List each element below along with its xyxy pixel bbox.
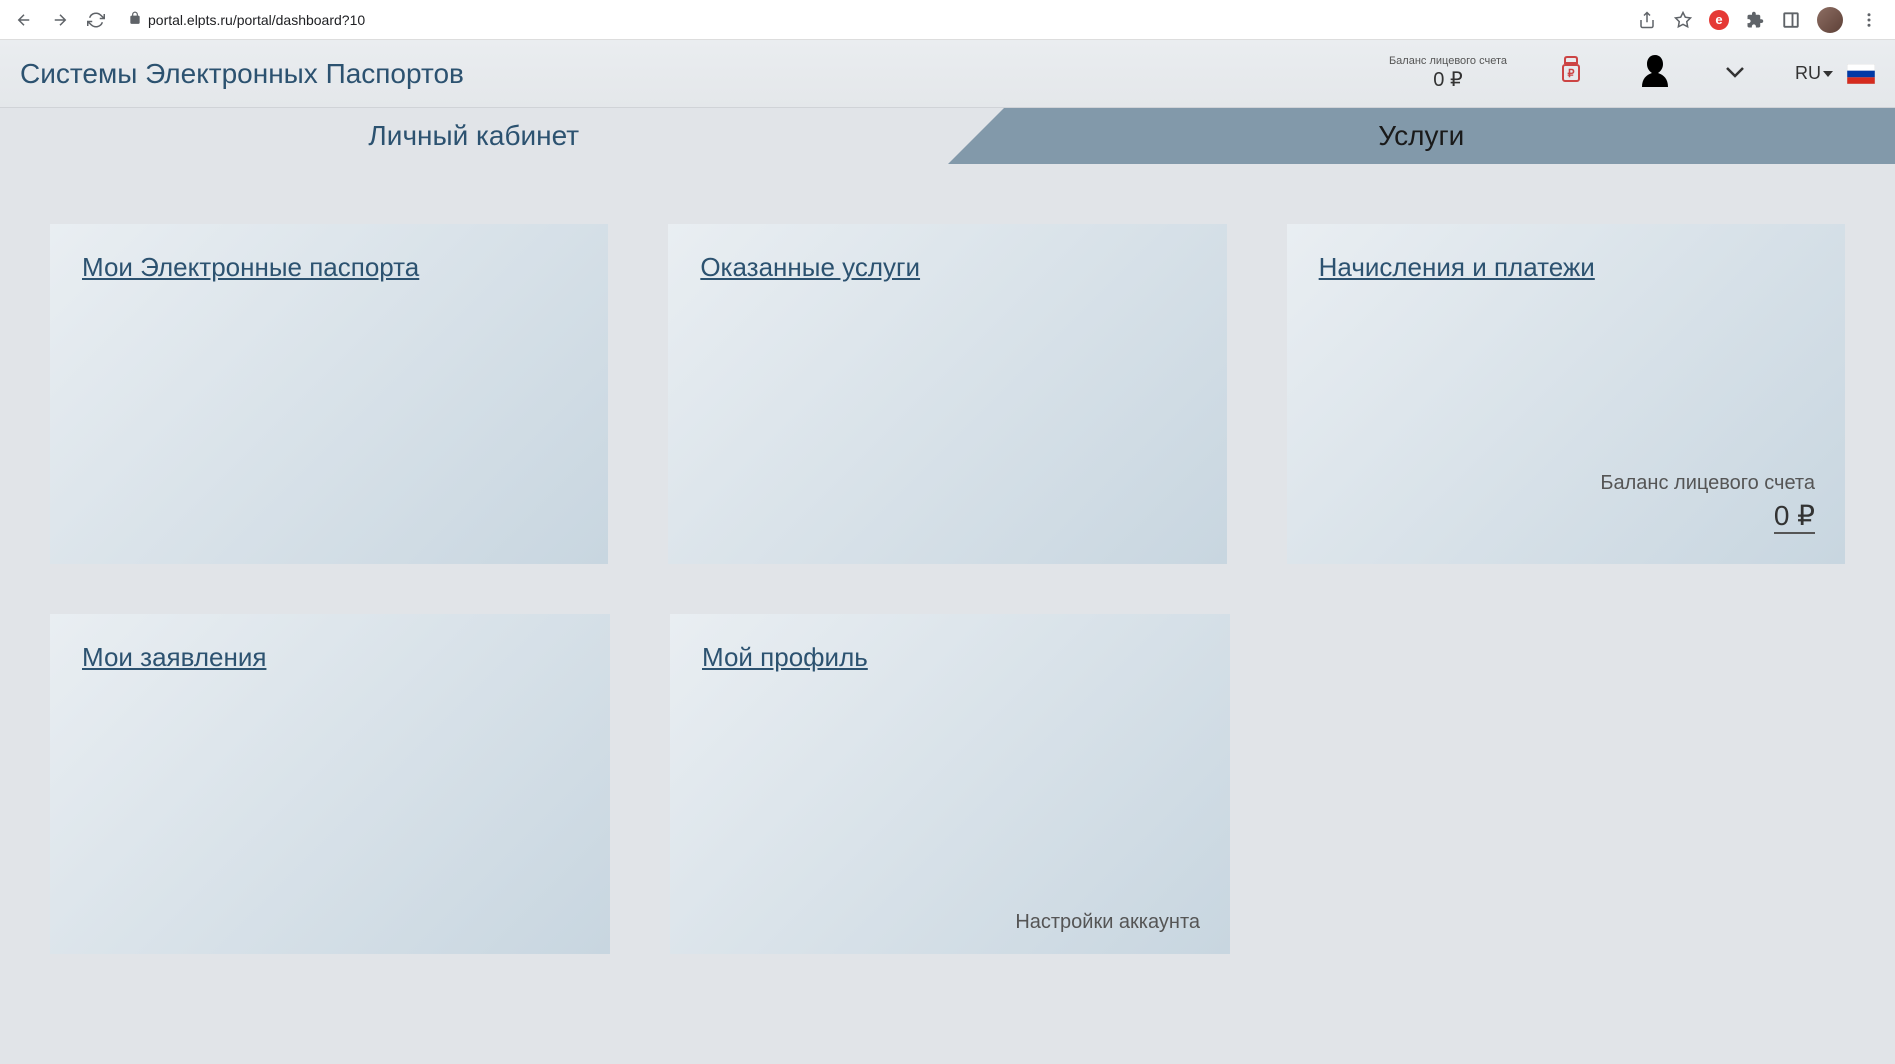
card-balance-block: Баланс лицевого счета 0 ₽ [1600,472,1815,534]
url-text: portal.elpts.ru/portal/dashboard?10 [148,12,365,28]
share-icon[interactable] [1637,10,1657,30]
balance-value: 0 ₽ [1389,67,1507,92]
card-passports[interactable]: Мои Электронные паспорта [50,224,608,564]
star-icon[interactable] [1673,10,1693,30]
panel-icon[interactable] [1781,10,1801,30]
svg-text:₽: ₽ [1568,68,1575,80]
dashboard-content: Мои Электронные паспорта Оказанные услуг… [0,164,1895,1064]
address-bar[interactable]: portal.elpts.ru/portal/dashboard?10 [118,11,1629,28]
card-rendered-services[interactable]: Оказанные услуги [668,224,1226,564]
site-title: Системы Электронных Паспортов [20,58,464,90]
forward-button[interactable] [46,6,74,34]
tab-divider [948,108,1004,164]
card-passports-title[interactable]: Мои Электронные паспорта [82,252,576,283]
tabs-bar: Личный кабинет Услуги [0,108,1895,164]
card-applications[interactable]: Мои заявления [50,614,610,954]
header-right: Баланс лицевого счета 0 ₽ ₽ RU [1389,51,1875,96]
flag-ru-icon [1847,64,1875,84]
tab-cabinet[interactable]: Личный кабинет [0,108,948,164]
dropdown-chevron-icon[interactable] [1725,65,1745,83]
page-header: Системы Электронных Паспортов Баланс лиц… [0,40,1895,108]
card-profile[interactable]: Мой профиль Настройки аккаунта [670,614,1230,954]
card-payments[interactable]: Начисления и платежи Баланс лицевого сче… [1287,224,1845,564]
menu-icon[interactable] [1859,10,1879,30]
back-button[interactable] [10,6,38,34]
tab-services[interactable]: Услуги [948,108,1895,164]
profile-avatar-icon[interactable] [1817,7,1843,33]
card-rendered-services-title[interactable]: Оказанные услуги [700,252,1194,283]
card-profile-settings[interactable]: Настройки аккаунта [1015,911,1200,934]
browser-toolbar: portal.elpts.ru/portal/dashboard?10 e [0,0,1895,40]
balance-label: Баланс лицевого счета [1389,55,1507,67]
browser-actions: e [1637,7,1885,33]
extension-red-icon[interactable]: e [1709,10,1729,30]
language-selector[interactable]: RU [1795,63,1875,84]
cards-row-1: Мои Электронные паспорта Оказанные услуг… [50,224,1845,564]
card-balance-value[interactable]: 0 ₽ [1774,499,1815,534]
language-label: RU [1795,63,1833,84]
cards-row-2: Мои заявления Мой профиль Настройки акка… [50,614,1845,954]
card-profile-title[interactable]: Мой профиль [702,642,1198,673]
card-payments-title[interactable]: Начисления и платежи [1319,252,1813,283]
reload-button[interactable] [82,6,110,34]
card-applications-title[interactable]: Мои заявления [82,642,578,673]
header-balance[interactable]: Баланс лицевого счета 0 ₽ [1389,55,1507,92]
extensions-icon[interactable] [1745,10,1765,30]
card-balance-label: Баланс лицевого счета [1600,472,1815,495]
user-silhouette-icon[interactable] [1635,51,1675,96]
ruble-stamp-icon[interactable]: ₽ [1557,55,1585,92]
lock-icon [128,11,142,28]
